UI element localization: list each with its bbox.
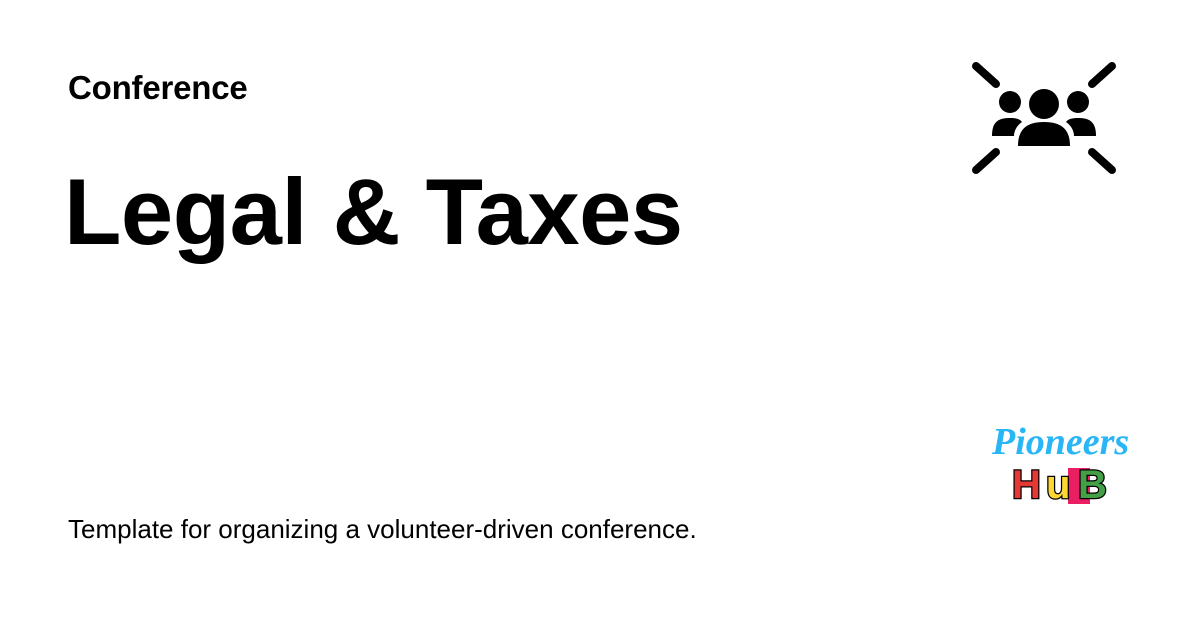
svg-text:B: B xyxy=(1078,463,1107,507)
page-title: Legal & Taxes xyxy=(64,159,683,264)
social-preview-card: Conference Legal & Taxes Template for or… xyxy=(0,0,1200,630)
people-group-icon xyxy=(972,62,1116,174)
category-label: Conference xyxy=(68,69,248,106)
svg-text:H: H xyxy=(1012,463,1041,507)
svg-text:u: u xyxy=(1046,463,1070,507)
logo-text-pioneers: Pioneers xyxy=(991,421,1129,463)
description-text: Template for organizing a volunteer-driv… xyxy=(68,514,697,544)
pioneers-hub-logo: Pioneers H u B xyxy=(991,421,1129,508)
